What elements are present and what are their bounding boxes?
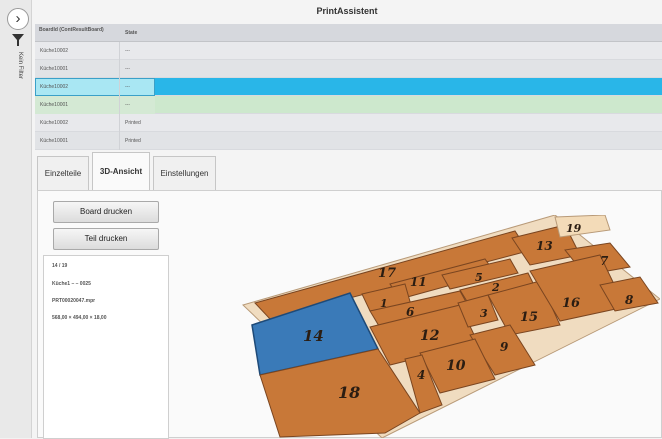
column-header-board-id[interactable]: BoardId (ContResultBoard) [39,27,119,33]
part-label-10: 10 [446,358,466,374]
board-id-cell: Küche10002 [40,48,69,54]
cell-divider [119,60,120,78]
cell-divider [119,96,120,114]
state-cell: Printed [125,138,141,144]
board-id-cell: Küche10002 [40,120,69,126]
cell-divider [119,78,120,96]
part-label-11: 11 [410,275,427,289]
filter-label: Kein Filter [17,52,23,80]
table-row[interactable]: Küche10001 --- [35,60,662,78]
part-19 [554,215,611,238]
table-row-selected[interactable]: Küche10002 --- [35,78,662,96]
cell-divider [119,132,120,150]
state-cell: --- [125,66,130,72]
part-label-7: 7 [600,254,609,268]
expand-icon[interactable]: › [7,8,29,30]
3d-board-view[interactable]: 17 11 5 2 13 19 7 16 8 15 1 6 3 12 14 9 … [210,215,660,438]
part-label-12: 12 [420,328,440,344]
table-row[interactable]: Küche10002 Printed [35,114,662,132]
filter-icon[interactable] [11,33,25,47]
board-id-cell: Küche10002 [40,84,69,90]
cell-divider [119,42,120,60]
part-label-16: 16 [562,296,580,311]
board-id-cell: Küche10001 [40,102,69,108]
state-cell: --- [125,84,130,90]
part-name: Küche1 – – 0025 [52,281,91,287]
board-table: Küche10002 --- Küche10001 --- Küche10002… [35,42,662,150]
column-header-state[interactable]: State [125,30,137,36]
part-dimensions: 568,00 × 494,00 × 18,00 [52,315,107,321]
tab-einstellungen[interactable]: Einstellungen [153,156,216,190]
part-label-15: 15 [520,310,538,325]
part-label-19: 19 [566,222,582,235]
part-print-button[interactable]: Teil drucken [53,228,159,250]
part-label-18: 18 [338,383,360,402]
part-label-6: 6 [406,305,415,319]
table-header: BoardId (ContResultBoard) State [35,24,662,42]
board-id-cell: Küche10001 [40,66,69,72]
part-label-17: 17 [378,266,396,281]
part-label-14: 14 [303,327,324,345]
tab-einzelteile[interactable]: Einzelteile [37,156,89,190]
window-title: PrintAssistent [316,6,378,16]
part-label-3: 3 [480,307,488,320]
board-print-button[interactable]: Board drucken [53,201,159,223]
part-info-panel: 14 / 19 Küche1 – – 0025 PRT00020047.mpr … [43,255,169,439]
part-label-13: 13 [536,239,553,253]
table-row[interactable]: Küche10001 --- [35,96,662,114]
program-file: PRT00020047.mpr [52,298,96,304]
part-label-1: 1 [380,297,388,310]
part-label-5: 5 [475,271,483,284]
part-counter: 14 / 19 [52,263,68,269]
part-label-8: 8 [625,293,634,307]
left-sidebar: › Kein Filter [0,0,32,438]
table-row[interactable]: Küche10001 Printed [35,132,662,150]
part-label-9: 9 [500,340,509,354]
part-label-2: 2 [491,281,500,294]
table-row[interactable]: Küche10002 --- [35,42,662,60]
board-id-cell: Küche10001 [40,138,69,144]
cell-divider [119,114,120,132]
state-cell: --- [125,48,130,54]
state-cell: --- [125,102,130,108]
part-label-4: 4 [417,368,425,382]
state-cell: Printed [125,120,141,126]
tab-3d-ansicht[interactable]: 3D-Ansicht [92,152,150,190]
